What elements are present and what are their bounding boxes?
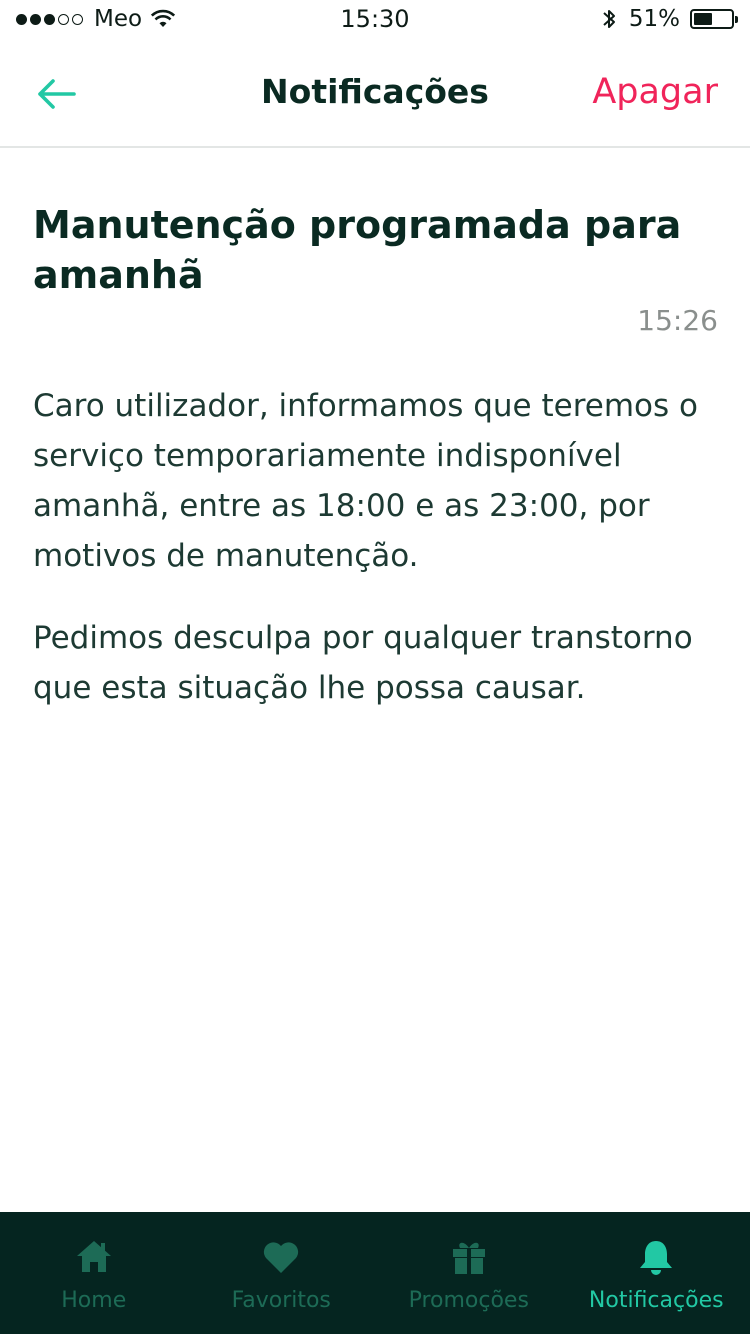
- battery-level-fill: [694, 13, 712, 25]
- notification-paragraph: Pedimos desculpa por qualquer transtorno…: [33, 620, 693, 706]
- battery-percentage: 51%: [628, 6, 680, 32]
- delete-button[interactable]: Apagar: [592, 72, 718, 112]
- notification-body: Caro utilizador, informamos que teremos …: [33, 381, 718, 713]
- notification-paragraph: Caro utilizador, informamos que teremos …: [33, 388, 698, 574]
- gift-icon: [452, 1242, 485, 1274]
- bell-icon: [640, 1241, 673, 1275]
- tab-notificacoes[interactable]: Notificações: [563, 1212, 750, 1334]
- notification-content: Manutenção programada para amanhã 15:26 …: [33, 148, 718, 745]
- tab-label: Promoções: [408, 1288, 529, 1313]
- tab-label: Favoritos: [231, 1288, 331, 1313]
- tab-favoritos[interactable]: Favoritos: [188, 1212, 376, 1334]
- heart-icon: [264, 1242, 299, 1273]
- battery-icon: [690, 9, 738, 29]
- tab-bar: Home Favoritos Promoções Notificações: [0, 1212, 750, 1334]
- status-right: 51%: [601, 6, 738, 32]
- tab-promocoes[interactable]: Promoções: [375, 1212, 563, 1334]
- navigation-bar: Notificações Apagar: [0, 40, 750, 148]
- notification-title: Manutenção programada para amanhã: [33, 203, 682, 297]
- notification-time: 15:26: [637, 304, 718, 337]
- tab-label: Home: [61, 1288, 127, 1313]
- tab-label: Notificações: [588, 1288, 724, 1313]
- battery-tip: [735, 16, 738, 23]
- status-bar: Meo 15:30 51%: [0, 0, 750, 40]
- bluetooth-icon: [603, 10, 615, 28]
- tab-home[interactable]: Home: [0, 1212, 188, 1334]
- home-icon: [76, 1241, 111, 1272]
- notification-detail-screen: Meo 15:30 51% Notificações Apagar Manute…: [0, 0, 750, 1334]
